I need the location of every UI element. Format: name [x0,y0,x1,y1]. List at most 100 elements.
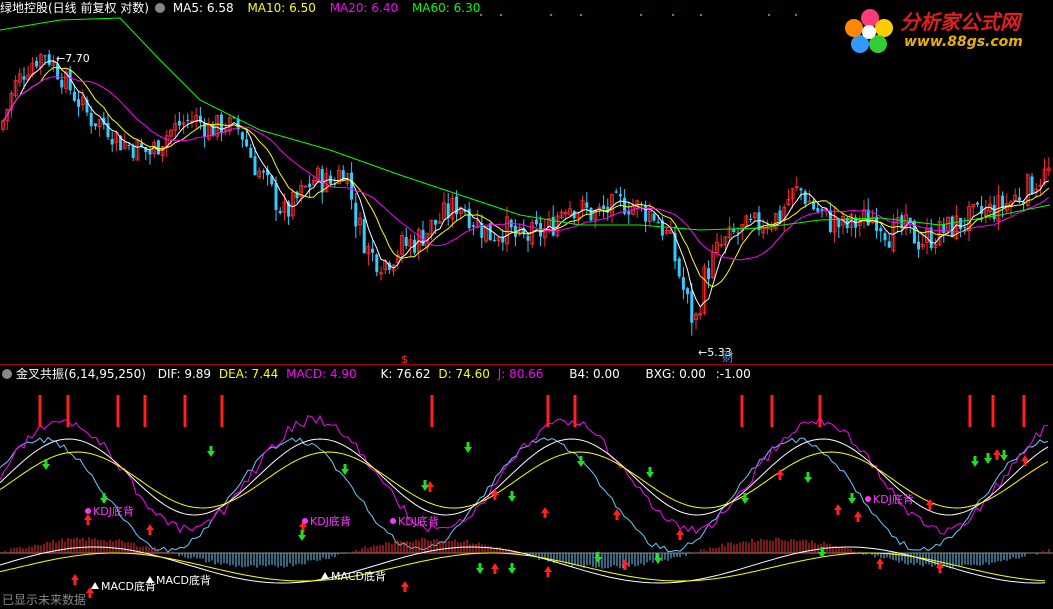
sell-arrow-icon [298,530,306,541]
sell-arrow-icon [804,472,812,483]
candle-body [803,191,807,204]
candle-body [362,219,366,254]
d-label: D: 74.60 [438,367,490,381]
candle-body [929,227,933,249]
candle-body [249,147,253,158]
signal-bar [991,395,995,427]
candle-body [354,202,358,227]
candle-body [186,119,190,121]
candle-body [992,204,996,220]
buy-arrow-icon [1021,455,1029,466]
flower-logo-icon [845,9,893,53]
candle-body [1001,195,1005,209]
candle-body [618,194,622,197]
candle-body [371,248,375,253]
candle-body [614,191,618,193]
ma5-line [2,60,1049,308]
candle-body [917,241,921,250]
buy-arrow-icon [676,529,684,540]
ma10-label: MA10: 6.50 [247,1,316,15]
signal-bar [183,395,187,427]
k-label: K: 76.62 [380,367,431,381]
indicator-pane[interactable]: KDJ底背 KDJ底背 KDJ底背 KDJ底背 MACD底背 MACD底背 MACD底背 金… [0,365,1053,609]
candle-body [959,217,963,230]
b4-label: B4: 0.00 [569,367,620,381]
candle-body [883,233,887,241]
candle-body [963,227,967,229]
candle-body [681,277,685,290]
signal-bar [430,395,434,427]
indicator-chart[interactable]: KDJ底背KDJ底背 KDJ底背KDJ底背MACD底背 MACD底背 MACD底背 [0,365,1053,609]
buy-arrow-icon [993,449,1001,460]
candle-body [488,223,492,241]
candle-body [690,291,694,323]
candle-body [652,213,656,221]
kdj-divergence-label: KDJ底背 [398,514,439,528]
candle-body [942,224,946,233]
sell-arrow-icon [741,493,749,504]
signal-bar [573,395,577,427]
kdj-marker-icon [302,518,308,524]
candle-body [875,216,879,232]
candle-body [501,237,505,243]
sell-arrow-icon [594,552,602,563]
signal-bar [740,395,744,427]
kdj-marker-icon [390,518,396,524]
candle-body [43,55,47,57]
top-dot-marker [580,14,582,16]
sell-arrow-icon [341,464,349,475]
candle-body [1030,176,1034,195]
buy-arrow-icon [84,514,92,525]
candle-body [253,156,257,176]
buy-arrow-icon [834,504,842,515]
sell-arrow-icon [654,553,662,564]
sell-arrow-icon [207,446,215,457]
kdj-divergence-label: KDJ底背 [310,514,351,528]
candle-body [240,132,244,140]
dif-label: DIF: 9.89 [157,367,212,381]
candle-body [47,54,51,65]
candle-body [950,216,954,237]
ma5-label: MA5: 6.58 [172,1,234,15]
candle-body [22,76,26,80]
signal-bar [116,395,120,427]
candle-body [677,258,681,277]
price-pane[interactable]: ←7.70 ←5.33 财 $ 绿地控股(日线 前复权 对数) MA5: 6.58 M… [0,0,1053,365]
extra-label: :-1.00 [715,367,751,381]
settings-icon[interactable] [2,369,12,379]
candle-body [261,171,265,173]
candle-body [1017,197,1021,201]
logo-url: www.88gs.com [904,34,1023,50]
sell-arrow-icon [848,493,856,504]
finance-marker-label: 财 [722,350,734,364]
buy-arrow-icon [613,509,621,520]
settings-icon[interactable] [155,3,165,13]
buy-arrow-icon [71,574,79,585]
candle-body [110,139,114,145]
buy-arrow-icon [854,511,862,522]
kdj-divergence-label: KDJ底背 [873,492,914,506]
ma60-label: MA60: 6.30 [411,1,481,15]
macd-marker-icon [321,572,329,579]
macd-label: MACD: 4.90 [286,367,357,381]
ma10-line [2,66,1050,288]
candlestick-series [1,49,1051,336]
macd-divergence-label: MACD底背 [156,573,211,587]
candle-body [837,219,841,228]
kdj-marker-icon [85,508,91,514]
signal-bar [220,395,224,427]
candle-body [879,228,883,232]
buy-arrow-icon [544,566,552,577]
buy-arrow-icon [621,559,629,570]
candle-body [77,99,81,107]
candle-body [887,241,891,248]
candle-body [656,221,660,224]
candle-body [320,169,324,193]
candle-body [308,183,312,188]
candle-body [434,219,438,225]
kdj-divergence-label: KDJ底背 [93,504,134,518]
candle-body [627,211,631,215]
candle-body [820,208,824,211]
sell-arrow-icon [42,459,50,470]
signal-bar [818,395,822,427]
